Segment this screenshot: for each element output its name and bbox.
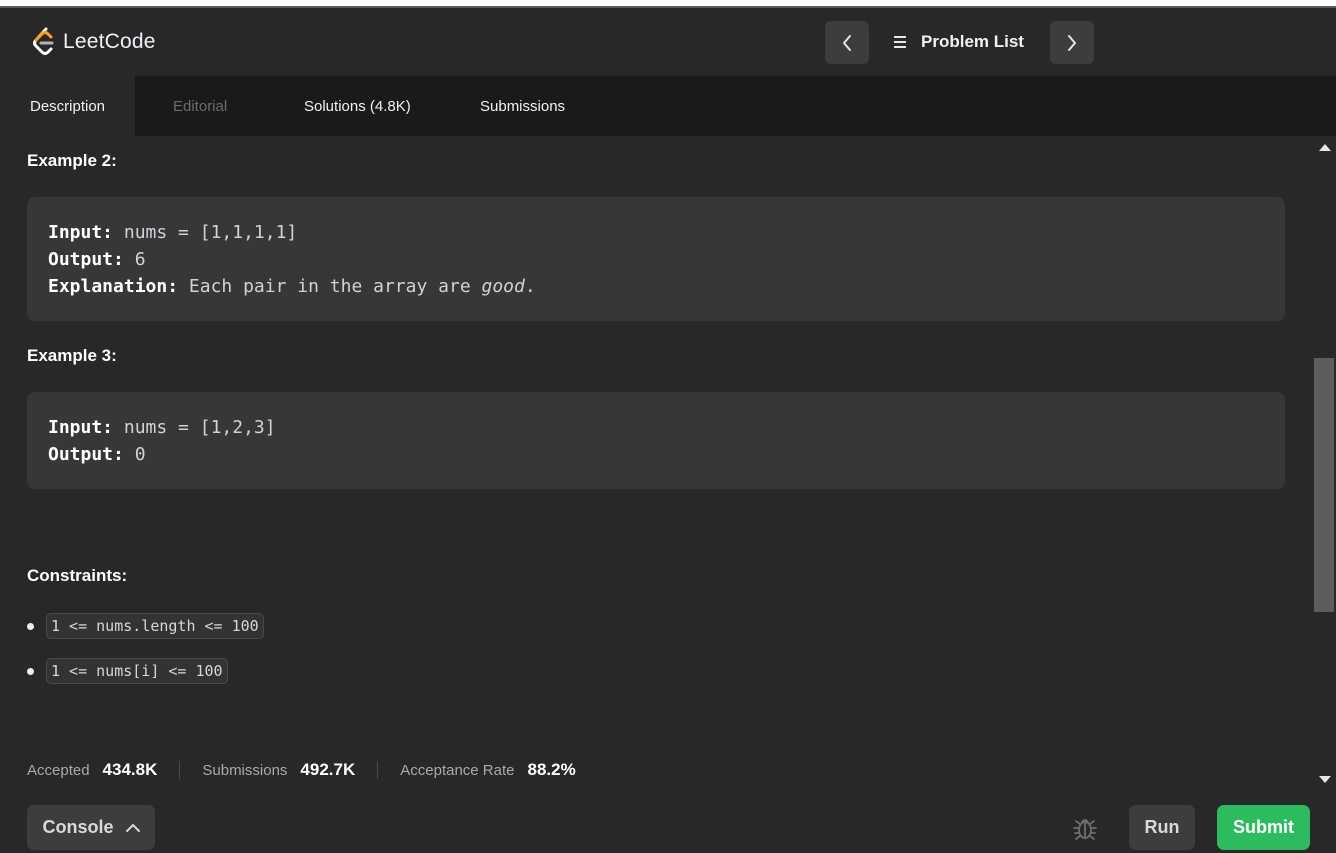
output-label: Output: <box>48 249 124 270</box>
tab-submissions[interactable]: Submissions <box>480 76 565 136</box>
explanation-emphasis: good <box>481 276 525 297</box>
stats-divider <box>179 761 181 779</box>
example-3-box: Input: nums = [1,2,3] Output: 0 <box>27 392 1285 489</box>
constraints-title: Constraints: <box>27 566 128 585</box>
problem-list-label: Problem List <box>921 32 1024 51</box>
output-value: 6 <box>134 249 146 270</box>
example-3-title: Example 3: <box>27 346 117 365</box>
explanation-text: Each pair in the array are <box>188 276 471 297</box>
constraint-code: 1 <= nums[i] <= 100 <box>46 658 228 684</box>
submissions-label: Submissions <box>202 761 288 779</box>
chevron-right-icon <box>1068 34 1076 51</box>
constraint-item: 1 <= nums.length <= 100 <box>27 613 264 639</box>
acceptance-rate-label: Acceptance Rate <box>400 761 515 779</box>
stats-divider <box>377 761 379 779</box>
input-label: Input: <box>48 222 114 243</box>
output-label: Output: <box>48 444 124 465</box>
problem-tabs: Description Editorial Solutions (4.8K) S… <box>0 76 1336 136</box>
scroll-up-arrow-icon[interactable] <box>1319 144 1331 151</box>
prev-problem-button[interactable] <box>825 21 869 64</box>
description-content: Example 2: Input: nums = [1,1,1,1] Outpu… <box>0 136 1312 791</box>
leetcode-logo[interactable]: LeetCode <box>31 27 156 57</box>
console-button[interactable]: Console <box>27 805 155 850</box>
bullet-dot <box>27 622 34 630</box>
leetcode-logo-icon <box>33 27 54 55</box>
next-problem-button[interactable] <box>1050 21 1094 64</box>
input-value: nums = [1,2,3] <box>123 417 276 438</box>
tab-solutions[interactable]: Solutions (4.8K) <box>304 76 411 136</box>
accepted-value: 434.8K <box>102 760 158 779</box>
top-header: LeetCode Problem List <box>0 8 1336 76</box>
bottom-action-bar: Console Run Submit <box>0 791 1336 853</box>
problem-stats: Accepted 434.8K Submissions 492.7K Accep… <box>27 760 576 780</box>
console-label: Console <box>42 817 114 837</box>
window-top-border <box>0 0 1336 8</box>
example-2-box: Input: nums = [1,1,1,1] Output: 6 Explan… <box>27 197 1285 321</box>
chevron-up-icon <box>125 823 140 832</box>
problem-list-button[interactable]: Problem List <box>893 32 1024 52</box>
list-icon <box>894 36 906 48</box>
output-value: 0 <box>134 444 146 465</box>
run-button[interactable]: Run <box>1129 805 1195 850</box>
input-label: Input: <box>48 417 114 438</box>
explanation-label: Explanation: <box>48 276 179 297</box>
tab-editorial[interactable]: Editorial <box>173 76 227 136</box>
input-value: nums = [1,1,1,1] <box>123 222 298 243</box>
scroll-thumb[interactable] <box>1314 358 1334 612</box>
logo-text: LeetCode <box>63 30 156 53</box>
submissions-value: 492.7K <box>300 760 356 779</box>
acceptance-rate-value: 88.2% <box>527 760 576 779</box>
submit-button[interactable]: Submit <box>1217 805 1310 850</box>
explanation-end: . <box>524 276 536 297</box>
chevron-left-icon <box>843 34 851 51</box>
scroll-down-arrow-icon[interactable] <box>1319 776 1331 783</box>
accepted-label: Accepted <box>27 761 90 779</box>
bullet-dot <box>27 667 34 675</box>
constraint-code: 1 <= nums.length <= 100 <box>46 613 264 639</box>
example-2-title: Example 2: <box>27 151 117 170</box>
constraint-item: 1 <= nums[i] <= 100 <box>27 658 228 684</box>
tab-description[interactable]: Description <box>0 76 135 136</box>
vertical-scrollbar[interactable] <box>1312 136 1336 791</box>
bug-icon[interactable] <box>1072 815 1098 841</box>
